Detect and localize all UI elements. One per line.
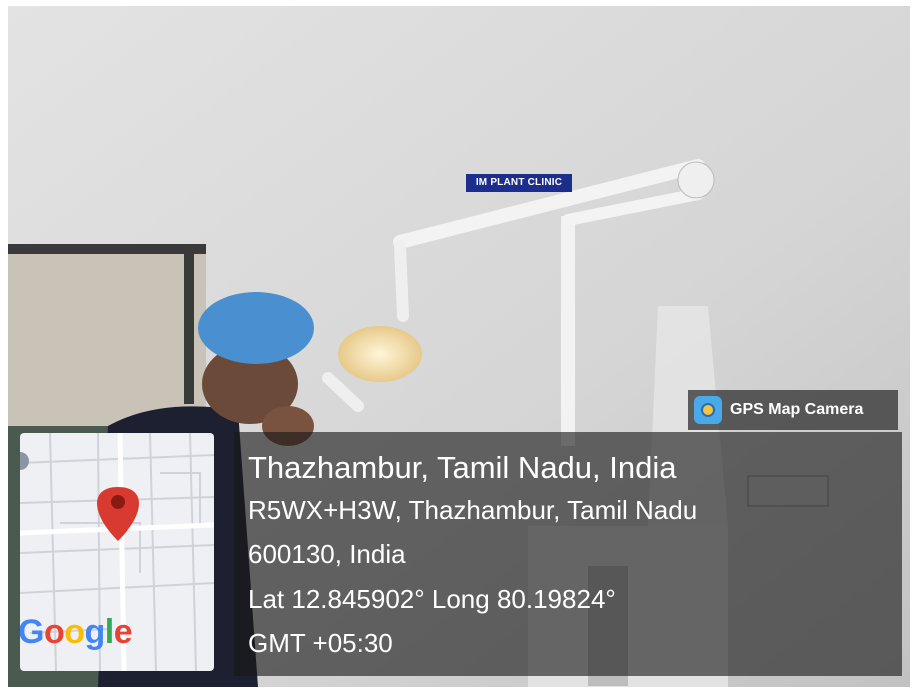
lamp-neck — [394, 240, 409, 322]
location-title: Thazhambur, Tamil Nadu, India — [248, 450, 677, 485]
location-postcode: 600130, India — [248, 539, 406, 569]
google-letter: o — [64, 613, 85, 651]
google-letter: e — [113, 613, 133, 651]
camera-lens-icon — [694, 396, 722, 424]
google-letter: l — [104, 613, 114, 651]
lamp-head — [338, 326, 422, 382]
google-letter: G — [20, 613, 44, 651]
map-thumbnail: Google — [20, 433, 214, 671]
google-logo: Google — [20, 613, 133, 652]
location-coordinates: Lat 12.845902° Long 80.19824° — [248, 584, 616, 614]
clinic-sign: IM PLANT CLINIC — [466, 174, 572, 192]
map-edge-marker — [20, 452, 29, 470]
google-letter: o — [43, 613, 65, 651]
gps-camera-badge: GPS Map Camera — [688, 390, 898, 430]
window-frame-top — [8, 244, 206, 254]
map-pin-center — [111, 495, 125, 509]
location-timezone: GMT +05:30 — [248, 628, 393, 658]
window-frame-side — [184, 244, 194, 404]
google-letter: g — [84, 613, 106, 651]
location-info-panel: Thazhambur, Tamil Nadu, India R5WX+H3W, … — [234, 432, 902, 676]
lamp-joint — [677, 161, 715, 199]
location-address: R5WX+H3W, Thazhambur, Tamil Nadu — [248, 495, 698, 525]
surgical-cap — [198, 292, 314, 364]
badge-label: GPS Map Camera — [730, 401, 864, 418]
